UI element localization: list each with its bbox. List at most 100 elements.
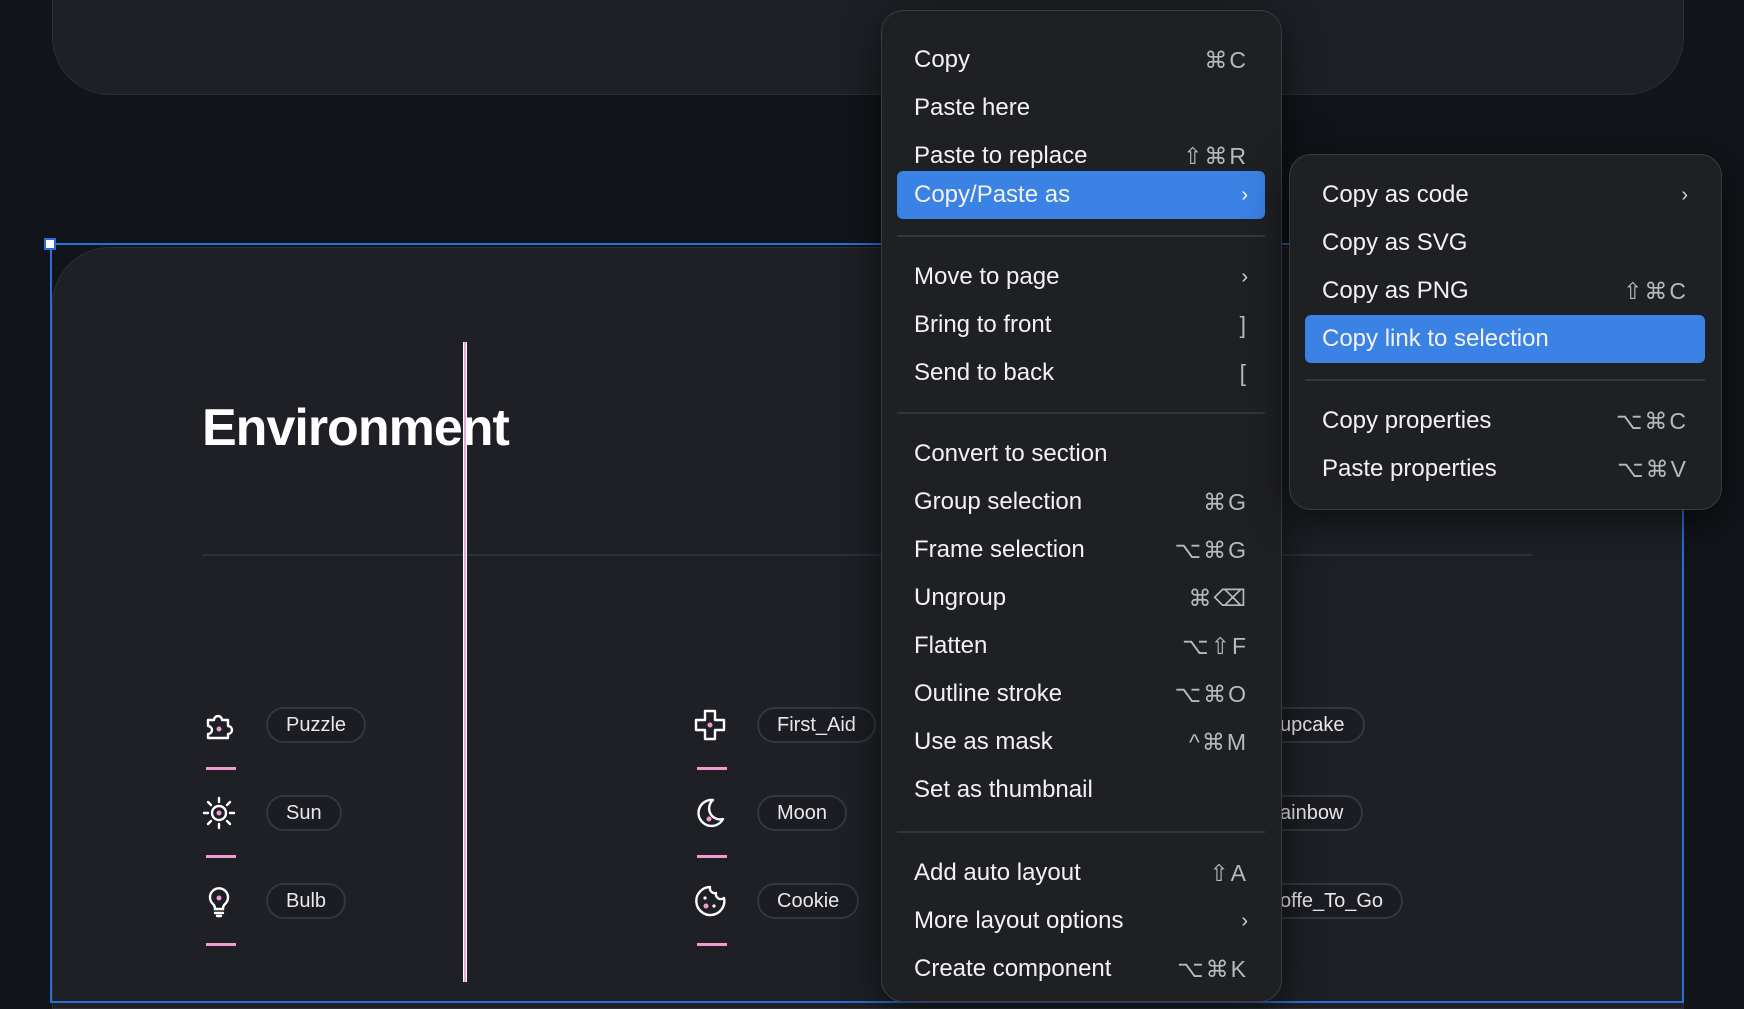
menu-item-create-component[interactable]: Create component ⌥⌘K (897, 945, 1265, 993)
icon-label-pill[interactable]: Sun (266, 795, 342, 831)
icon-item-sun[interactable]: Sun (202, 795, 342, 831)
menu-item-copy-paste-as[interactable]: Copy/Paste as › (897, 171, 1265, 219)
submenu-item-copy-as-png[interactable]: Copy as PNG ⇧⌘C (1305, 267, 1705, 315)
pink-dash (697, 943, 727, 946)
pink-dash (206, 855, 236, 858)
pink-dash (206, 943, 236, 946)
bulb-icon (208, 887, 230, 918)
menu-item-shortcut: ⌥⌘K (1177, 955, 1248, 982)
menu-item-bring-to-front[interactable]: Bring to front ] (897, 301, 1265, 349)
menu-item-group-selection[interactable]: Group selection ⌘G (897, 478, 1265, 526)
submenu-item-copy-as-code[interactable]: Copy as code › (1305, 171, 1705, 219)
menu-item-label: More layout options (914, 907, 1124, 934)
menu-item-add-auto-layout[interactable]: Add auto layout ⇧A (897, 849, 1265, 897)
pink-guide-line (463, 342, 467, 982)
menu-item-shortcut: ⌘G (1203, 488, 1248, 515)
menu-item-outline-stroke[interactable]: Outline stroke ⌥⌘O (897, 670, 1265, 718)
chevron-right-icon: › (1241, 909, 1248, 932)
menu-item-ungroup[interactable]: Ungroup ⌘⌫ (897, 574, 1265, 622)
menu-item-label: Convert to section (914, 440, 1108, 467)
menu-item-shortcut: ^⌘M (1189, 728, 1248, 755)
menu-item-more-layout-options[interactable]: More layout options › (897, 897, 1265, 945)
menu-item-set-as-thumbnail[interactable]: Set as thumbnail (897, 766, 1265, 814)
submenu-item-paste-properties[interactable]: Paste properties ⌥⌘V (1305, 445, 1705, 493)
chevron-right-icon: › (1241, 183, 1248, 206)
frame-top[interactable] (52, 0, 1684, 95)
menu-divider (897, 831, 1265, 833)
menu-item-convert-to-section[interactable]: Convert to section (897, 430, 1265, 478)
icon-label-pill[interactable]: Cookie (757, 883, 860, 919)
chevron-right-icon: › (1241, 265, 1248, 288)
context-menu[interactable]: Copy ⌘C Paste here Paste to replace ⇧⌘R … (881, 10, 1282, 1002)
menu-item-label: Copy as code (1322, 181, 1469, 208)
menu-item-flatten[interactable]: Flatten ⌥⇧F (897, 622, 1265, 670)
pink-dash (697, 767, 727, 770)
menu-item-paste-here[interactable]: Paste here (897, 84, 1265, 132)
menu-item-shortcut: ⌥⌘O (1174, 680, 1248, 707)
menu-item-move-to-page[interactable]: Move to page › (897, 253, 1265, 301)
menu-item-label: Frame selection (914, 536, 1085, 563)
menu-item-label: Copy (914, 46, 971, 73)
icon-item-cookie[interactable]: Cookie (693, 883, 860, 919)
menu-item-shortcut: ⌥⇧F (1182, 632, 1248, 659)
menu-item-shortcut: ⇧⌘C (1623, 277, 1688, 304)
menu-item-shortcut: ⌥⌘V (1617, 455, 1688, 482)
menu-item-shortcut: ⌘⌫ (1188, 584, 1248, 611)
menu-item-label: Move to page (914, 263, 1060, 290)
menu-item-label: Use as mask (914, 728, 1053, 755)
submenu-item-copy-as-svg[interactable]: Copy as SVG (1305, 219, 1705, 267)
menu-item-label: Copy/Paste as (914, 181, 1071, 208)
frame-divider (202, 554, 1532, 556)
menu-item-label: Paste to replace (914, 142, 1088, 169)
menu-item-frame-selection[interactable]: Frame selection ⌥⌘G (897, 526, 1265, 574)
menu-item-use-as-mask[interactable]: Use as mask ^⌘M (897, 718, 1265, 766)
first-aid-icon (694, 709, 726, 741)
icon-label-pill[interactable]: First_Aid (757, 707, 876, 743)
icon-item-bulb[interactable]: Bulb (202, 883, 347, 919)
cookie-icon (695, 885, 726, 917)
menu-item-label: Create component (914, 955, 1112, 982)
icon-item-puzzle[interactable]: Puzzle (202, 707, 367, 743)
menu-item-shortcut: ⇧⌘R (1183, 142, 1248, 169)
menu-item-label: Outline stroke (914, 680, 1063, 707)
icon-item-first-aid[interactable]: First_Aid (693, 707, 876, 743)
icon-label-pill[interactable]: Bulb (266, 883, 347, 919)
menu-item-label: Add auto layout (914, 859, 1081, 886)
menu-item-label: Bring to front (914, 311, 1052, 338)
menu-item-label: Group selection (914, 488, 1083, 515)
menu-item-shortcut: [ (1239, 359, 1248, 386)
menu-item-shortcut: ⌘C (1204, 46, 1248, 73)
menu-item-label: Paste here (914, 94, 1031, 121)
menu-item-label: Copy as SVG (1322, 229, 1468, 256)
menu-item-label: Copy as PNG (1322, 277, 1469, 304)
submenu-item-copy-properties[interactable]: Copy properties ⌥⌘C (1305, 397, 1705, 445)
copy-paste-as-submenu[interactable]: Copy as code › Copy as SVG Copy as PNG ⇧… (1289, 154, 1722, 510)
menu-item-label: Copy link to selection (1322, 325, 1549, 352)
menu-item-label: Paste properties (1322, 455, 1497, 482)
menu-item-label: Flatten (914, 632, 988, 659)
menu-item-shortcut: ] (1239, 311, 1248, 338)
menu-divider (1305, 379, 1705, 381)
pink-dash (697, 855, 727, 858)
icon-label-pill[interactable]: Moon (757, 795, 848, 831)
icon-label-pill[interactable]: Puzzle (266, 707, 367, 743)
menu-item-label: Ungroup (914, 584, 1007, 611)
menu-item-label: Set as thumbnail (914, 776, 1093, 803)
submenu-item-copy-link-to-selection[interactable]: Copy link to selection (1305, 315, 1705, 363)
menu-item-label: Copy properties (1322, 407, 1492, 434)
menu-item-shortcut: ⌥⌘C (1615, 407, 1688, 434)
sun-icon (202, 796, 236, 830)
puzzle-icon (206, 714, 234, 740)
menu-item-shortcut: ⇧A (1209, 859, 1248, 886)
icon-item-moon[interactable]: Moon (693, 795, 848, 831)
chevron-right-icon: › (1681, 183, 1688, 206)
menu-divider (897, 412, 1265, 414)
menu-item-label: Send to back (914, 359, 1055, 386)
selection-handle[interactable] (44, 238, 56, 250)
menu-item-send-to-back[interactable]: Send to back [ (897, 349, 1265, 397)
menu-divider (897, 235, 1265, 237)
menu-item-shortcut: ⌥⌘G (1174, 536, 1248, 563)
moon-icon (697, 798, 725, 828)
menu-item-copy[interactable]: Copy ⌘C (897, 36, 1265, 84)
pink-dash (206, 767, 236, 770)
